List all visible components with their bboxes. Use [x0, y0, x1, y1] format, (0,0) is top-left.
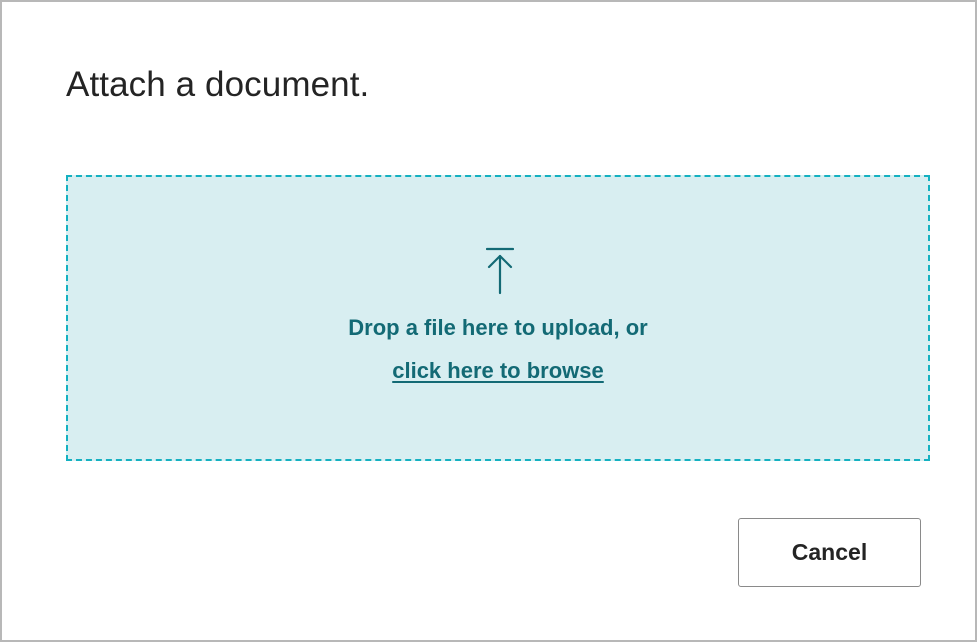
drop-instruction-text: Drop a file here to upload, or — [348, 315, 648, 340]
browse-files-link[interactable]: click here to browse — [68, 357, 928, 384]
upload-arrow-icon — [486, 247, 514, 295]
dialog-title: Attach a document. — [66, 65, 370, 104]
cancel-button[interactable]: Cancel — [738, 518, 921, 587]
attach-document-dialog: Attach a document. Drop a file here to u… — [0, 0, 977, 642]
file-drop-zone[interactable]: Drop a file here to upload, or click her… — [66, 175, 930, 461]
